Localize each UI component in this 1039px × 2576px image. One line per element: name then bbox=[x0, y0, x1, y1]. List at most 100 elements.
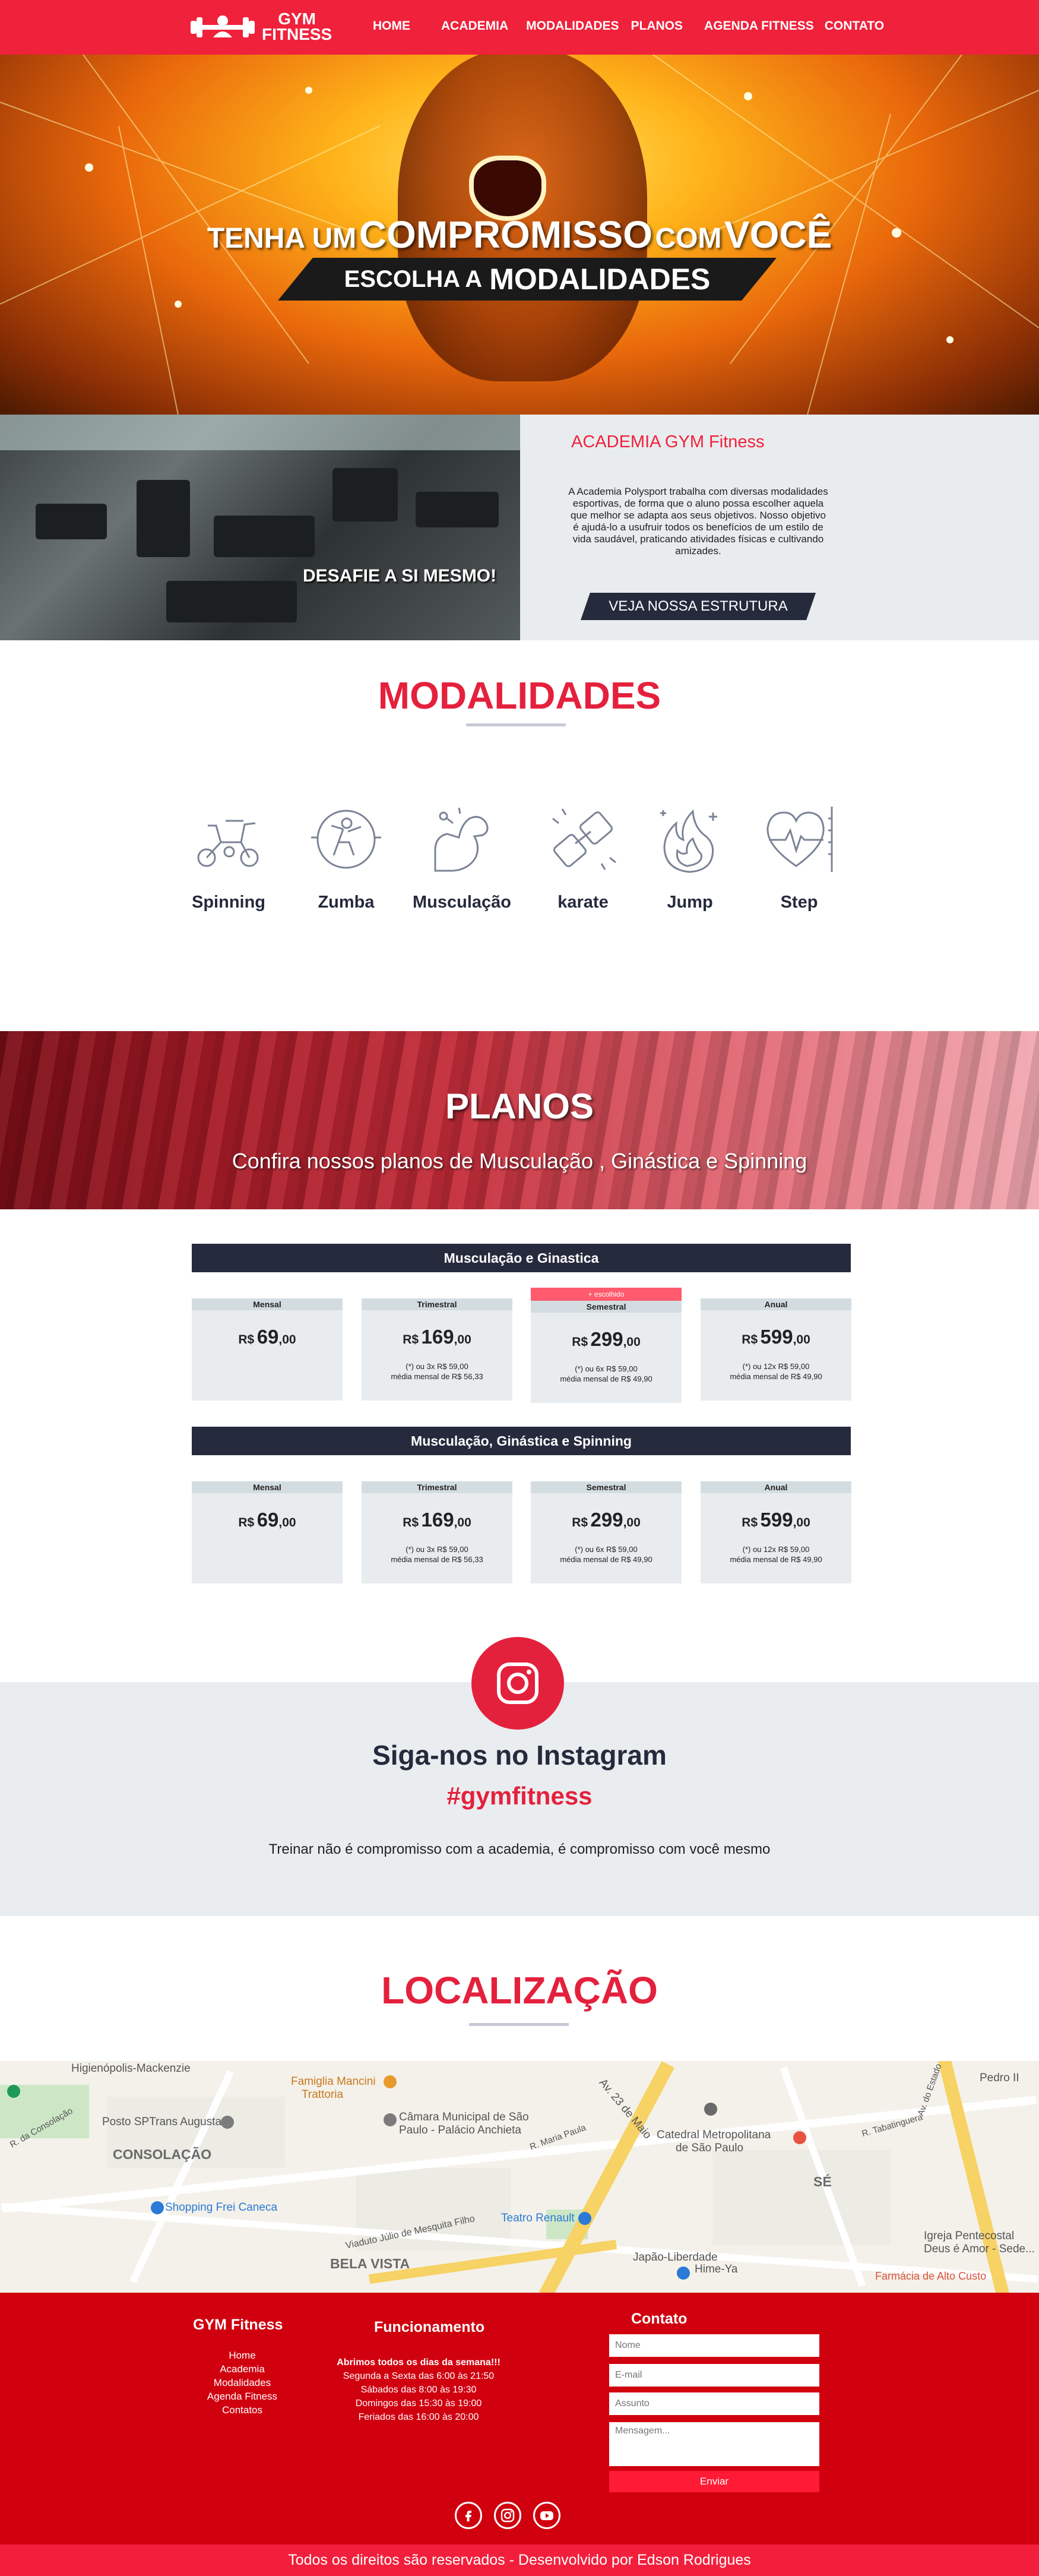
instagram-hashtag[interactable]: #gymfitness bbox=[0, 1782, 1039, 1810]
hero-title-part: COM bbox=[655, 223, 722, 254]
academia-description: A Academia Polysport trabalha com divers… bbox=[568, 486, 828, 557]
dumbbell-logo-icon bbox=[191, 15, 255, 37]
plan-amount: 169 bbox=[421, 1509, 454, 1531]
subject-input[interactable] bbox=[609, 2392, 819, 2415]
nav-contato[interactable]: CONTATO bbox=[825, 17, 884, 36]
modalidade-zumba[interactable]: Zumba bbox=[293, 801, 400, 912]
plan-card[interactable]: Anual R$ 599,00 (*) ou 12x R$ 59,00 médi… bbox=[701, 1481, 851, 1583]
nav-academia[interactable]: ACADEMIA bbox=[441, 17, 508, 36]
map-label: Teatro Renault bbox=[501, 2212, 575, 2224]
plan-cents: ,00 bbox=[278, 1516, 296, 1529]
plan-note-line: (*) ou 12x R$ 59,00 bbox=[742, 1362, 810, 1371]
theater-pin-icon[interactable] bbox=[578, 2212, 591, 2225]
plan-card[interactable]: Trimestral R$ 169,00 (*) ou 3x R$ 59,00 … bbox=[362, 1481, 512, 1583]
academia-panel: ACADEMIA GYM Fitness A Academia Polyspor… bbox=[520, 415, 1039, 640]
plan-cents: ,00 bbox=[793, 1516, 810, 1529]
church-pin-icon[interactable] bbox=[704, 2103, 717, 2116]
map-label: de São Paulo bbox=[676, 2142, 744, 2154]
plan-note: (*) ou 6x R$ 59,00 média mensal de R$ 49… bbox=[531, 1364, 682, 1384]
metro-station-pin-icon[interactable] bbox=[7, 2085, 20, 2098]
footer-hours: Abrimos todos os dias da semana!!! Segun… bbox=[332, 2356, 505, 2424]
modalidade-karate[interactable]: karate bbox=[530, 801, 636, 912]
logo-text: GYM FITNESS bbox=[262, 11, 332, 43]
plan-card[interactable]: Semestral R$ 299,00 (*) ou 6x R$ 59,00 m… bbox=[531, 1481, 682, 1583]
plan-card[interactable]: Mensal R$ 69,00 bbox=[192, 1298, 343, 1401]
map-area-label: CONSOLAÇÃO bbox=[113, 2147, 212, 2162]
plan-card[interactable]: Trimestral R$ 169,00 (*) ou 3x R$ 59,00 … bbox=[362, 1298, 512, 1401]
plan-price: R$ 169,00 bbox=[362, 1509, 512, 1531]
photo-equipment bbox=[137, 480, 190, 557]
message-textarea[interactable] bbox=[609, 2422, 819, 2466]
instagram-button[interactable] bbox=[471, 1637, 564, 1730]
location-map[interactable]: Higienópolis-Mackenzie Famiglia Mancini … bbox=[0, 2061, 1039, 2293]
plan-card[interactable]: Semestral R$ 299,00 (*) ou 6x R$ 59,00 m… bbox=[531, 1301, 682, 1403]
logo[interactable]: GYM FITNESS bbox=[187, 8, 353, 45]
landmark-pin-icon[interactable] bbox=[384, 2113, 397, 2126]
bus-pin-icon[interactable] bbox=[221, 2116, 234, 2129]
footer-link-home[interactable]: Home bbox=[192, 2349, 292, 2362]
send-button[interactable]: Enviar bbox=[609, 2471, 819, 2492]
photo-equipment bbox=[214, 516, 315, 557]
facebook-button[interactable] bbox=[455, 2502, 482, 2529]
metro-pin-icon[interactable] bbox=[677, 2267, 690, 2280]
dance-icon bbox=[311, 810, 381, 869]
nav-agenda-fitness[interactable]: AGENDA FITNESS bbox=[704, 17, 814, 36]
veja-estrutura-button[interactable]: VEJA NOSSA ESTRUTURA bbox=[581, 593, 816, 620]
map-label: Shopping Frei Caneca bbox=[165, 2201, 278, 2214]
plan-note: (*) ou 12x R$ 59,00 média mensal de R$ 4… bbox=[701, 1361, 851, 1382]
featured-badge: + escolhido bbox=[531, 1288, 682, 1301]
fist-icon bbox=[552, 808, 616, 870]
plan-amount: 69 bbox=[256, 1326, 279, 1348]
nav-home[interactable]: HOME bbox=[373, 17, 410, 36]
plan-period: Mensal bbox=[192, 1298, 343, 1310]
youtube-button[interactable] bbox=[533, 2502, 560, 2529]
plan-card[interactable]: Anual R$ 599,00 (*) ou 12x R$ 59,00 médi… bbox=[701, 1298, 851, 1401]
hospital-pin-icon[interactable] bbox=[793, 2131, 806, 2144]
instagram-footer-button[interactable] bbox=[494, 2502, 521, 2529]
nav-modalidades[interactable]: MODALIDADES bbox=[526, 17, 619, 36]
footer-link-academia[interactable]: Academia bbox=[192, 2362, 292, 2376]
plan-cents: ,00 bbox=[454, 1516, 471, 1529]
map-label: Paulo - Palácio Anchieta bbox=[399, 2124, 521, 2136]
shopping-pin-icon[interactable] bbox=[151, 2201, 164, 2214]
plan-note-line: média mensal de R$ 56,33 bbox=[391, 1555, 483, 1564]
map-label: Famiglia Mancini bbox=[291, 2075, 376, 2088]
plan-currency: R$ bbox=[742, 1333, 758, 1347]
localizacao-divider bbox=[469, 2023, 569, 2026]
instagram-title: Siga-nos no Instagram bbox=[372, 1740, 667, 1771]
plan-currency: R$ bbox=[238, 1333, 255, 1347]
footer-link-modalidades[interactable]: Modalidades bbox=[192, 2376, 292, 2389]
modalidade-spinning[interactable]: Spinning bbox=[175, 801, 282, 912]
footer-col-title: Contato bbox=[631, 2311, 688, 2327]
modalidade-label: Musculação bbox=[413, 893, 511, 912]
email-input[interactable] bbox=[609, 2364, 819, 2387]
restaurant-pin-icon[interactable] bbox=[384, 2075, 397, 2088]
planos-subtitle: Confira nossos planos de Musculação , Gi… bbox=[232, 1149, 807, 1173]
modalidade-jump[interactable]: Jump bbox=[636, 801, 743, 912]
instagram-icon bbox=[501, 2508, 515, 2523]
plan-card[interactable]: Mensal R$ 69,00 bbox=[192, 1481, 343, 1583]
plan-note: (*) ou 6x R$ 59,00 média mensal de R$ 49… bbox=[531, 1544, 682, 1564]
footer-link-agenda[interactable]: Agenda Fitness bbox=[192, 2389, 292, 2403]
modalidade-musculacao[interactable]: Musculação bbox=[408, 801, 515, 912]
plan-note-line: média mensal de R$ 49,90 bbox=[560, 1555, 652, 1564]
fire-icon bbox=[660, 809, 717, 873]
plan-currency: R$ bbox=[572, 1335, 588, 1349]
map-label: Câmara Municipal de São bbox=[399, 2111, 529, 2123]
plan-period: Mensal bbox=[192, 1481, 343, 1493]
footer-link-contatos[interactable]: Contatos bbox=[192, 2403, 292, 2417]
map-label: Trattoria bbox=[302, 2088, 344, 2101]
hero-subtitle-band: ESCOLHA A MODALIDADES bbox=[278, 258, 777, 301]
planos-title: PLANOS bbox=[445, 1086, 594, 1126]
plan-period: Anual bbox=[701, 1481, 851, 1493]
plan-cents: ,00 bbox=[623, 1335, 641, 1349]
plan-group-title: Musculação, Ginástica e Spinning bbox=[192, 1427, 851, 1455]
nav-planos[interactable]: PLANOS bbox=[631, 17, 683, 36]
plan-price: R$ 599,00 bbox=[701, 1509, 851, 1531]
plan-amount: 299 bbox=[590, 1328, 623, 1350]
hours-line: Segunda a Sexta das 6:00 às 21:50 bbox=[343, 2371, 495, 2381]
localizacao-title: LOCALIZAÇÃO bbox=[381, 1969, 658, 2012]
modalidade-step[interactable]: Step bbox=[746, 801, 853, 912]
name-input[interactable] bbox=[609, 2334, 819, 2357]
planos-banner: PLANOS Confira nossos planos de Musculaç… bbox=[0, 1031, 1039, 1209]
